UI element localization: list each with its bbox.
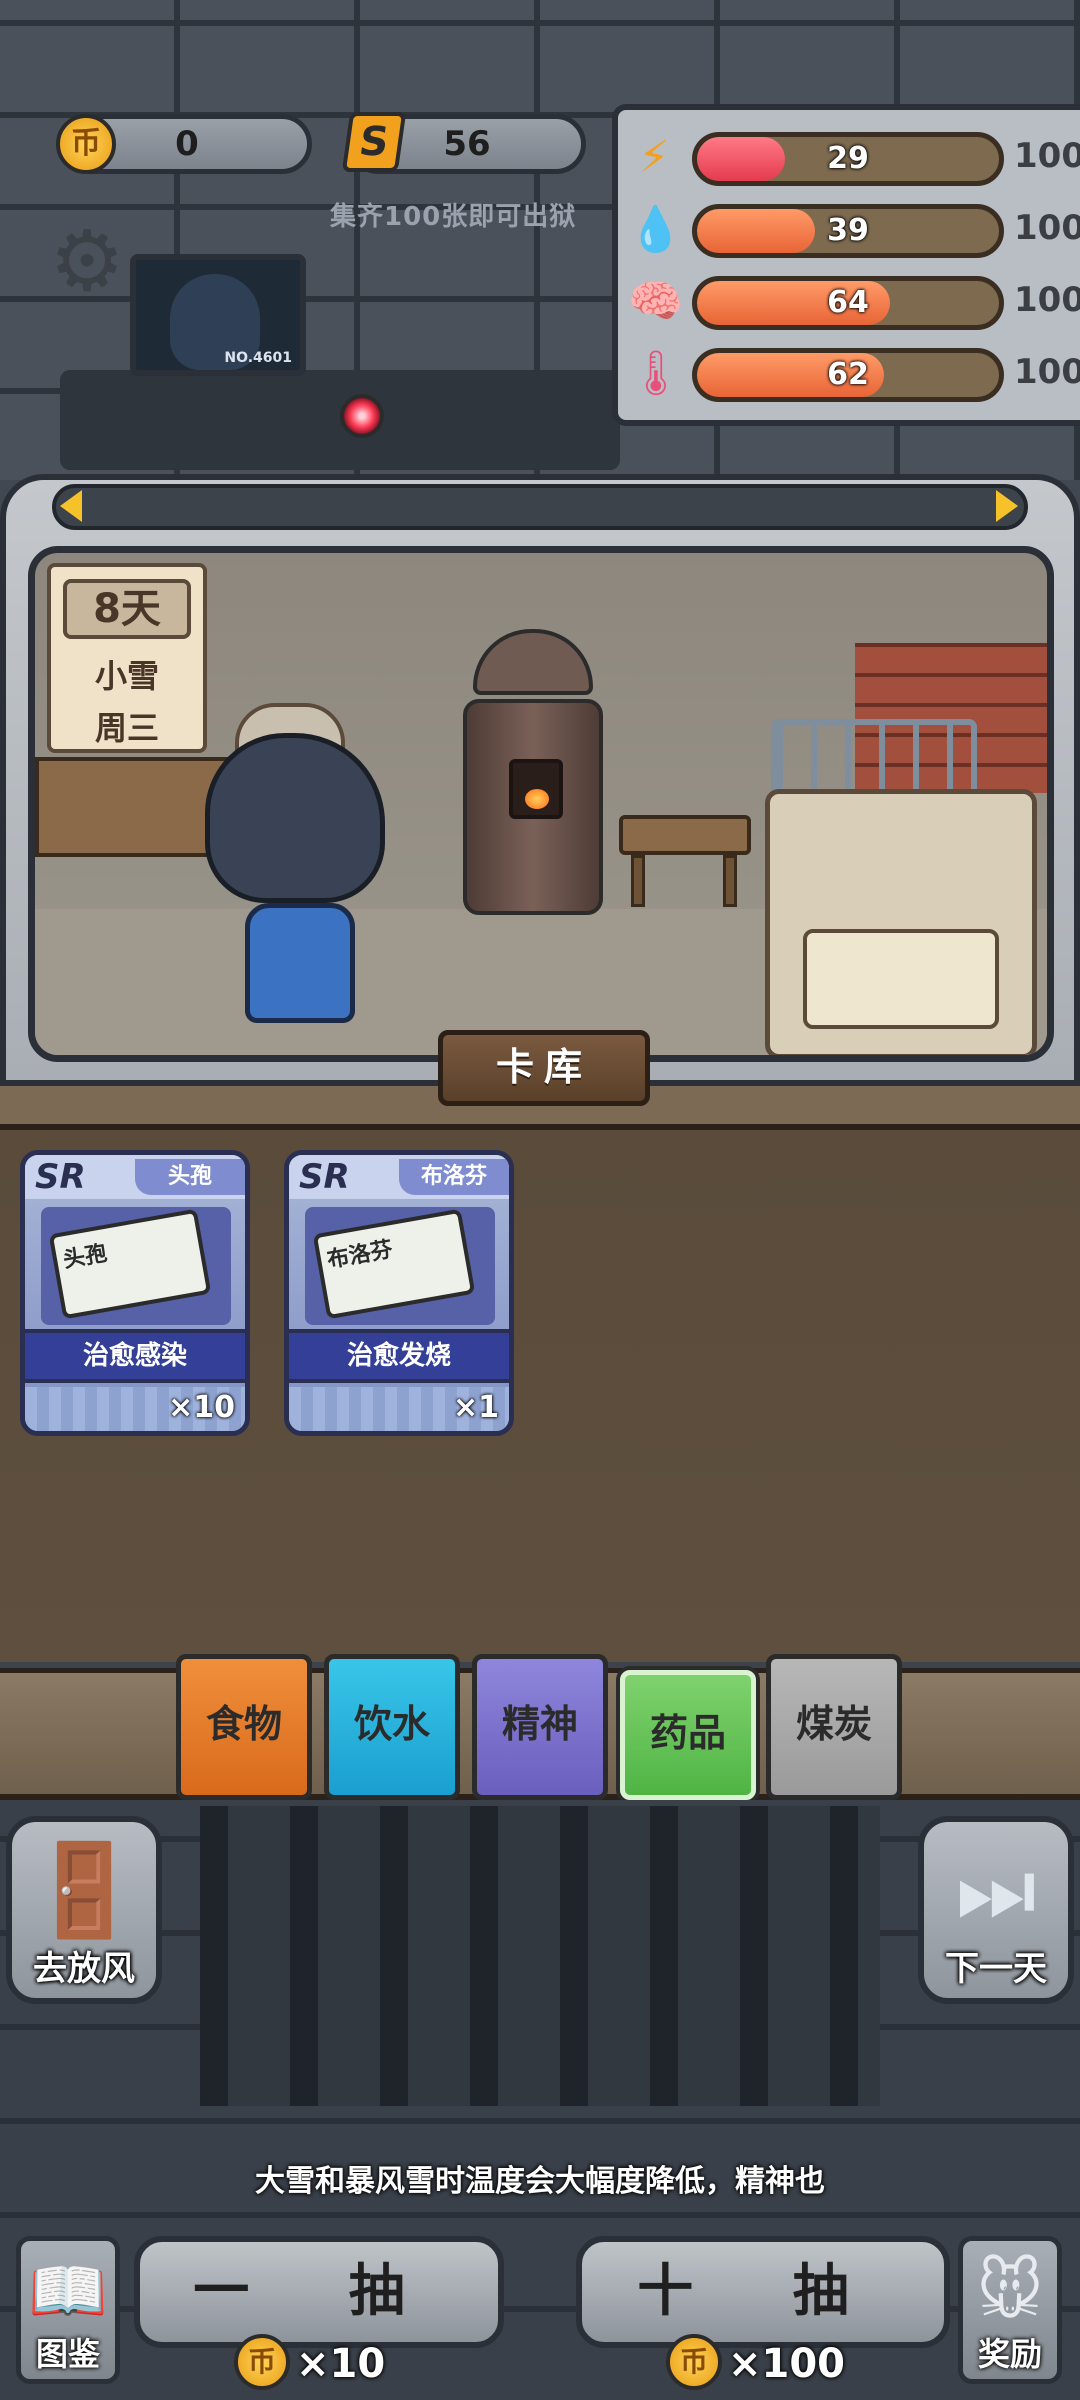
mind-value: 64	[827, 285, 869, 320]
card-name: 头孢	[135, 1159, 245, 1195]
collection-hint: 集齐100张即可出狱	[330, 202, 577, 232]
tab-card-inventory[interactable]: 卡库	[438, 1030, 650, 1106]
energy-max: 100	[1014, 136, 1080, 176]
stat-temperature: 🌡 62 100	[618, 342, 1080, 406]
stove-fire-icon	[509, 759, 563, 819]
mind-max: 100	[1014, 280, 1080, 320]
water-value: 39	[827, 213, 869, 248]
energy-bar: 29	[692, 132, 1004, 186]
room-nav-bar	[52, 484, 1028, 530]
thermometer-icon: 🌡	[628, 348, 684, 399]
weather-label: 小雪	[94, 657, 159, 695]
stat-mind: 🧠 64 100	[618, 270, 1080, 334]
stat-water: 💧 39 100	[618, 198, 1080, 262]
draw-one-cost: 币 ×10	[234, 2334, 414, 2394]
reward-label: 奖励	[977, 2335, 1042, 2373]
draw-one-button[interactable]: 一 抽	[134, 2236, 504, 2348]
gallery-label: 图鉴	[35, 2335, 100, 2373]
gallery-button[interactable]: 📖 图鉴	[16, 2236, 120, 2384]
prev-arrow-icon[interactable]	[60, 490, 82, 522]
mind-bar: 64	[692, 276, 1004, 330]
reward-button[interactable]: 🐭 奖励	[958, 2236, 1062, 2384]
draw-ten-button[interactable]: 十 抽	[576, 2236, 950, 2348]
stool	[619, 815, 751, 907]
temperature-max: 100	[1014, 352, 1080, 392]
settings-gear-icon[interactable]: ⚙	[42, 216, 132, 306]
brain-icon: 🧠	[628, 276, 683, 327]
prison-cell-scene: 8天 小雪 周三	[28, 546, 1054, 1062]
water-drop-icon: 💧	[628, 204, 683, 255]
tab-mind[interactable]: 精神	[472, 1654, 608, 1800]
prisoner-monitor: NO.4601	[130, 254, 306, 376]
stat-energy: ⚡ 29 100	[618, 126, 1080, 190]
card-item[interactable]: SR 头孢 头孢 治愈感染 ×10	[20, 1150, 250, 1436]
coin-icon: 币	[666, 2334, 722, 2390]
temperature-bar: 62	[692, 348, 1004, 402]
prisoner-number: NO.4601	[224, 350, 292, 366]
calendar-sign: 8天 小雪 周三	[47, 563, 207, 753]
mouse-icon: 🐭	[976, 2255, 1044, 2329]
weekday-label: 周三	[94, 709, 159, 747]
card-count: ×1	[452, 1390, 499, 1425]
lightning-icon: ⚡	[638, 132, 670, 183]
skip-forward-icon: ⏭	[955, 1838, 1037, 1943]
card-item[interactable]: SR 布洛芬 布洛芬 治愈发烧 ×1	[284, 1150, 514, 1436]
card-effect: 治愈发烧	[289, 1329, 509, 1383]
card-rarity: SR	[35, 1157, 86, 1197]
tab-coal[interactable]: 煤炭	[766, 1654, 902, 1800]
card-name: 布洛芬	[399, 1159, 509, 1195]
tab-medicine[interactable]: 药品	[620, 1670, 756, 1800]
game-screen: 0 币 56 S 集齐100张即可出狱 ⚙ NO.4601 ⚡ 29 100 💧…	[0, 0, 1080, 2400]
next-day-button[interactable]: ⏭ 下一天	[918, 1816, 1074, 2004]
stats-panel: ⚡ 29 100 💧 39 100 🧠 64 100 🌡 62 100	[612, 104, 1080, 426]
go-out-button[interactable]: 🚪 去放风	[6, 1816, 162, 2004]
next-arrow-icon[interactable]	[996, 490, 1018, 522]
temperature-value: 62	[827, 357, 869, 392]
book-icon: 📖	[28, 2255, 108, 2329]
card-count: ×10	[168, 1390, 235, 1425]
ticket-icon: S	[341, 112, 407, 172]
coin-icon: 币	[234, 2334, 290, 2390]
robot-eye-icon	[340, 394, 384, 438]
tip-text: 大雪和暴风雪时温度会大幅度降低，精神也	[255, 2164, 825, 2199]
ticket-count: 56	[443, 124, 491, 164]
coin-count: 0	[175, 124, 199, 164]
prisoner-character[interactable]	[205, 733, 385, 1033]
draw-ten-cost: 币 ×100	[666, 2334, 866, 2394]
water-bar: 39	[692, 204, 1004, 258]
energy-value: 29	[827, 141, 869, 176]
coin-icon: 币	[56, 114, 116, 174]
door-icon: 🚪	[27, 1838, 141, 1943]
bed	[765, 719, 1037, 1055]
water-max: 100	[1014, 208, 1080, 248]
next-day-label: 下一天	[945, 1949, 1047, 1989]
stove[interactable]	[463, 629, 603, 919]
tab-water[interactable]: 饮水	[324, 1654, 460, 1800]
tab-food[interactable]: 食物	[176, 1654, 312, 1800]
day-count: 8天	[63, 579, 191, 639]
card-effect: 治愈感染	[25, 1329, 245, 1383]
go-out-label: 去放风	[33, 1949, 135, 1989]
card-rarity: SR	[299, 1157, 350, 1197]
floor-grate	[200, 1806, 880, 2106]
